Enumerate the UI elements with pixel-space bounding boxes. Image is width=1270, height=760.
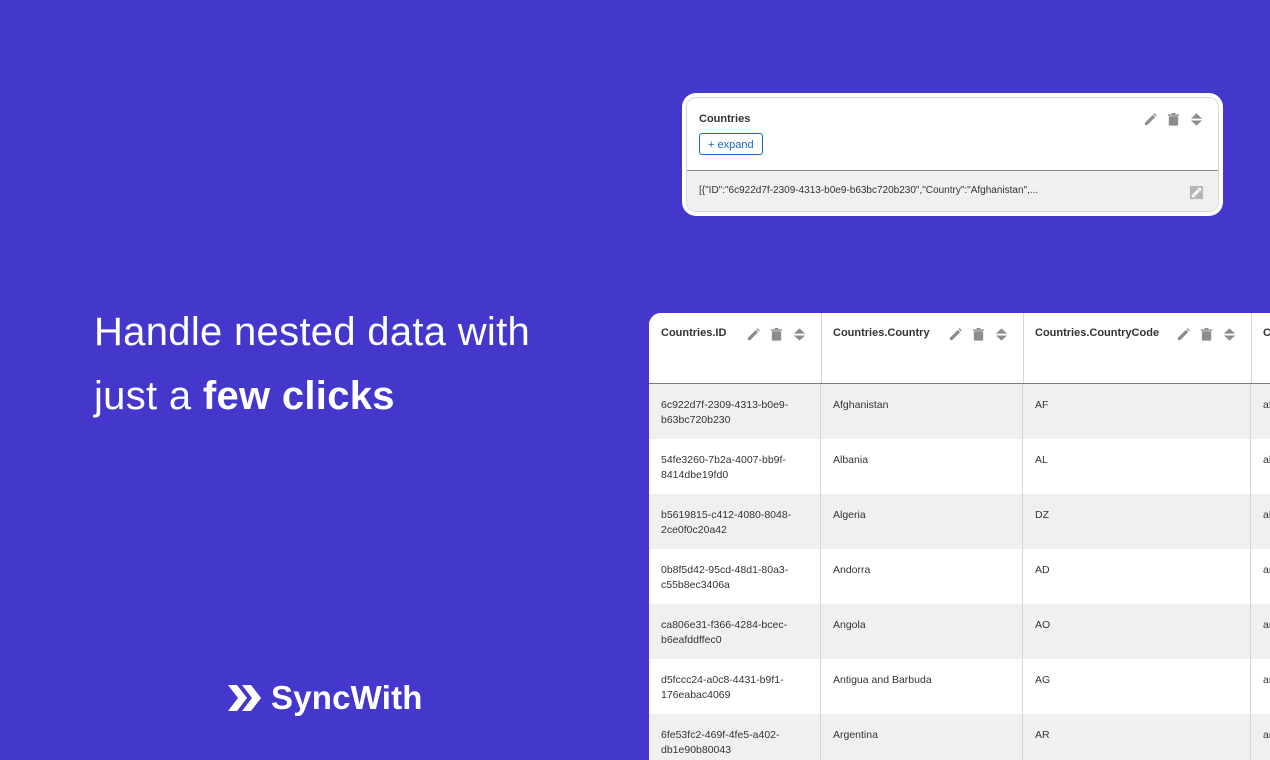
column-actions (948, 327, 1009, 342)
table-row[interactable]: 0b8f5d42-95cd-48d1-80a3-c55b8ec3406a Ando… (649, 549, 1270, 605)
edit-pencil-icon[interactable] (1176, 327, 1191, 342)
cell-country[interactable]: Antigua and Barbuda (821, 659, 1023, 714)
cell-id[interactable]: d5fccc24-a0c8-4431-b9f1-176eabac4069 (649, 659, 821, 714)
table-row[interactable]: ca806e31-f366-4284-bcec-b6eafddffec0 Ango… (649, 604, 1270, 660)
column-header-label: Countries.CountryCode (1035, 327, 1160, 339)
cell-id[interactable]: 6fe53fc2-469f-4fe5-a402-db1e90b80043 (649, 714, 821, 760)
brand-logo: SyncWith (228, 676, 423, 720)
cell-country[interactable]: Algeria (821, 494, 1023, 549)
field-card-inner: Countries + expand [{"ID":"6c922d7f-2309… (686, 97, 1219, 212)
brand-name: SyncWith (271, 679, 423, 716)
column-header[interactable]: Countries.CountryCode (1023, 313, 1252, 383)
column-header[interactable]: C (1251, 313, 1270, 383)
edit-pencil-icon[interactable] (746, 327, 761, 342)
cell-next-column[interactable]: af (1251, 384, 1270, 439)
delete-trash-icon[interactable] (1166, 112, 1181, 127)
expand-button[interactable]: + expand (699, 133, 763, 155)
edit-pencil-icon[interactable] (1143, 112, 1158, 127)
cell-next-column[interactable]: al (1251, 494, 1270, 549)
field-card-value-area: [{"ID":"6c922d7f-2309-4313-b0e9-b63bc720… (687, 170, 1218, 211)
cell-country[interactable]: Albania (821, 439, 1023, 494)
sort-arrows-icon[interactable] (792, 327, 807, 342)
cell-country[interactable]: Angola (821, 604, 1023, 659)
cell-next-column[interactable]: an (1251, 604, 1270, 659)
table-row[interactable]: 54fe3260-7b2a-4007-bb9f-8414dbe19fd0 Alba… (649, 439, 1270, 495)
headline-line-2: just a few clicks (94, 364, 614, 428)
edit-pencil-icon[interactable] (948, 327, 963, 342)
column-actions (1176, 327, 1237, 342)
sort-arrows-icon[interactable] (1222, 327, 1237, 342)
cell-country-code[interactable]: AL (1023, 439, 1251, 494)
column-header-label: C (1263, 327, 1270, 339)
delete-trash-icon[interactable] (1199, 327, 1214, 342)
field-card: Countries + expand [{"ID":"6c922d7f-2309… (682, 93, 1223, 216)
headline-line-1: Handle nested data with (94, 310, 531, 354)
field-card-actions (1143, 112, 1204, 127)
cell-country-code[interactable]: AD (1023, 549, 1251, 604)
table-row[interactable]: 6fe53fc2-469f-4fe5-a402-db1e90b80043 Arge… (649, 714, 1270, 760)
cell-id[interactable]: b5619815-c412-4080-8048-2ce0f0c20a42 (649, 494, 821, 549)
table-header: Countries.ID Countries.Country Countries.C… (649, 313, 1270, 384)
cell-country-code[interactable]: AG (1023, 659, 1251, 714)
json-value-preview: [{"ID":"6c922d7f-2309-4313-b0e9-b63bc720… (699, 185, 1039, 196)
delete-trash-icon[interactable] (971, 327, 986, 342)
cell-id[interactable]: 54fe3260-7b2a-4007-bb9f-8414dbe19fd0 (649, 439, 821, 494)
cell-next-column[interactable]: al (1251, 439, 1270, 494)
column-actions (746, 327, 807, 342)
table-row[interactable]: 6c922d7f-2309-4313-b0e9-b63bc720b230 Afgh… (649, 384, 1270, 440)
field-card-title: Countries (699, 113, 751, 125)
nested-data-table: Countries.ID Countries.Country Countries.C… (649, 313, 1270, 760)
cell-next-column[interactable]: an (1251, 549, 1270, 604)
cell-id[interactable]: 6c922d7f-2309-4313-b0e9-b63bc720b230 (649, 384, 821, 439)
cell-country-code[interactable]: AF (1023, 384, 1251, 439)
sort-arrows-icon[interactable] (1189, 112, 1204, 127)
column-header-label: Countries.ID (661, 327, 727, 339)
cell-country-code[interactable]: DZ (1023, 494, 1251, 549)
double-chevron-right-icon (228, 685, 261, 711)
table-row[interactable]: d5fccc24-a0c8-4431-b9f1-176eabac4069 Anti… (649, 659, 1270, 715)
field-card-header: Countries + expand (687, 98, 1218, 170)
cell-country[interactable]: Argentina (821, 714, 1023, 760)
cell-next-column[interactable]: ar (1251, 714, 1270, 760)
cell-id[interactable]: 0b8f5d42-95cd-48d1-80a3-c55b8ec3406a (649, 549, 821, 604)
cell-country-code[interactable]: AO (1023, 604, 1251, 659)
sort-arrows-icon[interactable] (994, 327, 1009, 342)
column-header-label: Countries.Country (833, 327, 930, 339)
table-row[interactable]: b5619815-c412-4080-8048-2ce0f0c20a42 Alge… (649, 494, 1270, 550)
fullscreen-icon[interactable] (1189, 185, 1204, 200)
cell-id[interactable]: ca806e31-f366-4284-bcec-b6eafddffec0 (649, 604, 821, 659)
cell-next-column[interactable]: an (1251, 659, 1270, 714)
cell-country[interactable]: Andorra (821, 549, 1023, 604)
headline: Handle nested data with just a few click… (94, 300, 614, 428)
cell-country-code[interactable]: AR (1023, 714, 1251, 760)
cell-country[interactable]: Afghanistan (821, 384, 1023, 439)
headline-line-2-prefix: just a (94, 374, 203, 418)
headline-emphasis: few clicks (202, 374, 395, 418)
column-header[interactable]: Countries.ID (649, 313, 822, 383)
column-header[interactable]: Countries.Country (821, 313, 1024, 383)
delete-trash-icon[interactable] (769, 327, 784, 342)
